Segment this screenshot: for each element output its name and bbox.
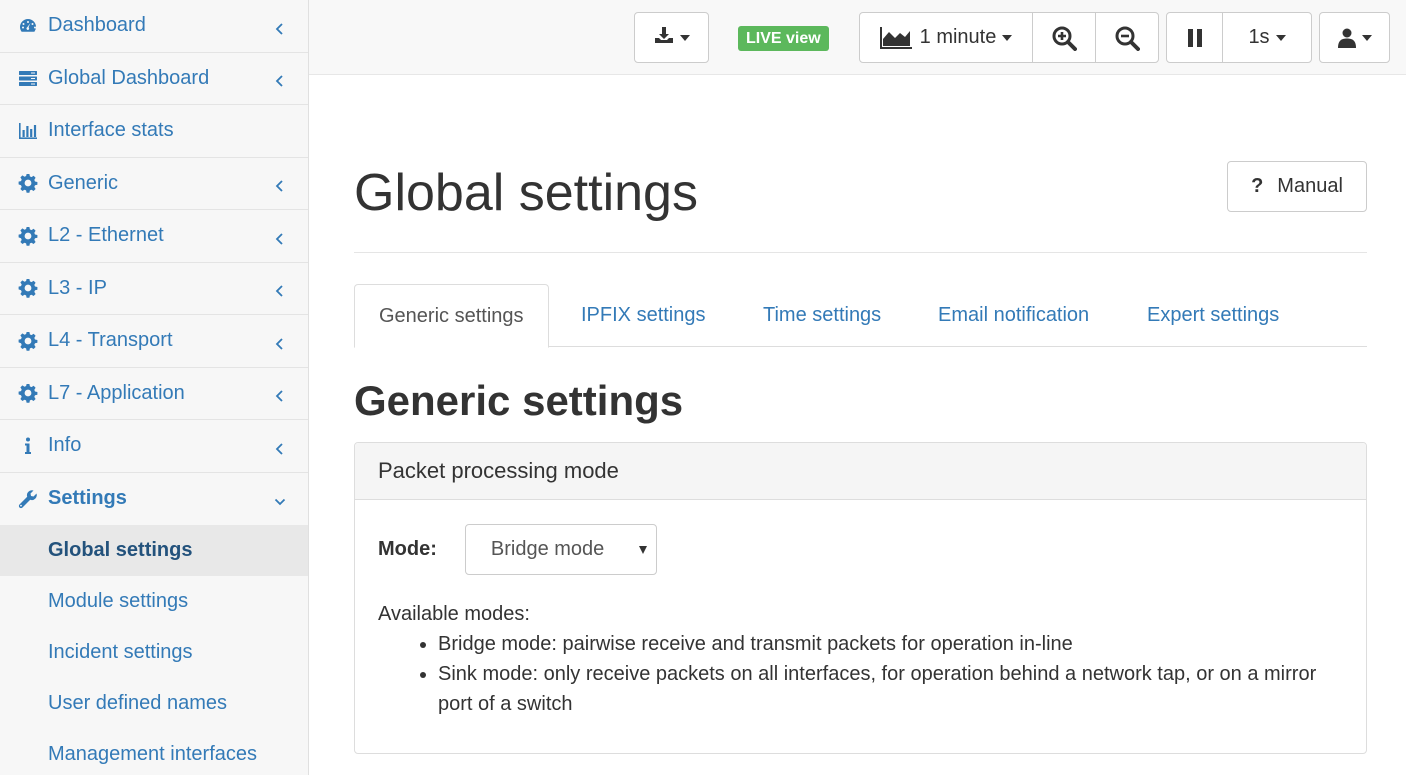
mode-label: Mode: [378, 538, 437, 560]
mode-select[interactable]: Bridge mode [464, 524, 657, 575]
chevron-down-icon [274, 492, 286, 506]
caret-down-icon [1361, 34, 1372, 41]
refresh-interval-dropdown[interactable]: 1s [1222, 12, 1312, 63]
select-arrow-icon [638, 545, 647, 554]
sidebar-item-label: Settings [48, 487, 127, 510]
zoom-out-icon [1114, 25, 1140, 51]
settings-tabs: Generic settings IPFIX settings Time set… [354, 284, 1367, 348]
page-title: Global settings [354, 164, 698, 222]
available-modes-label: Available modes: [378, 603, 530, 625]
sidebar-item-label: L2 - Ethernet [48, 224, 164, 247]
live-view-badge: LIVE view [738, 26, 829, 51]
pause-button[interactable] [1166, 12, 1223, 63]
download-button[interactable] [634, 12, 709, 63]
sidebar-subitem-management-interfaces[interactable]: Management interfaces [0, 729, 308, 775]
user-icon [1337, 28, 1356, 48]
bar-chart-icon [16, 120, 40, 142]
sidebar-item-dashboard[interactable]: Dashboard [0, 0, 308, 53]
sidebar-item-l7-application[interactable]: L7 - Application [0, 368, 308, 420]
gear-icon [16, 382, 40, 404]
sidebar-item-label: L4 - Transport [48, 329, 173, 352]
tab-expert-settings[interactable]: Expert settings [1123, 284, 1303, 347]
gear-icon [16, 172, 40, 194]
tab-generic-settings[interactable]: Generic settings [354, 284, 549, 348]
manual-label: Manual [1277, 175, 1343, 197]
chevron-left-icon [274, 334, 286, 350]
sidebar-item-label: L3 - IP [48, 276, 107, 299]
sidebar-subitem-incident-settings[interactable]: Incident settings [0, 627, 308, 678]
pause-icon [1187, 28, 1203, 47]
info-icon [16, 435, 40, 457]
mode-select-value: Bridge mode [490, 538, 605, 560]
dashboard-icon [16, 15, 40, 37]
caret-down-icon [1002, 34, 1013, 41]
question-icon: ? [1251, 175, 1264, 197]
available-modes: Available modes: Bridge mode: pairwise r… [378, 599, 1338, 719]
server-icon [16, 67, 40, 89]
gear-icon [16, 225, 40, 247]
sidebar-item-label: Generic [48, 171, 119, 194]
chevron-left-icon [274, 439, 286, 455]
sidebar-item-l3-ip[interactable]: L3 - IP [0, 263, 308, 315]
tab-ipfix-settings[interactable]: IPFIX settings [557, 284, 730, 347]
timespan-label: 1 minute [919, 26, 997, 48]
user-menu-button[interactable] [1319, 12, 1390, 63]
chevron-left-icon [274, 19, 286, 35]
packet-processing-panel: Packet processing mode Mode: Bridge mode… [354, 442, 1367, 754]
chevron-left-icon [274, 281, 286, 297]
gear-icon [16, 277, 40, 299]
area-chart-icon [879, 26, 912, 49]
sidebar-subitem-global-settings[interactable]: Global settings [0, 525, 308, 576]
chevron-left-icon [274, 229, 286, 245]
section-title: Generic settings [354, 377, 684, 424]
zoom-in-button[interactable] [1032, 12, 1096, 63]
sidebar-item-label: Dashboard [48, 14, 146, 37]
tab-email-notification[interactable]: Email notification [914, 284, 1113, 347]
sidebar-item-info[interactable]: Info [0, 420, 308, 473]
modes-list: Bridge mode: pairwise receive and transm… [415, 629, 1338, 719]
list-item: Sink mode: only receive packets on all i… [438, 659, 1338, 719]
gear-icon [16, 330, 40, 352]
sidebar: Dashboard Global Dashboard Interface sta… [0, 0, 309, 775]
list-item: Bridge mode: pairwise receive and transm… [438, 629, 1338, 659]
sidebar-item-l2-ethernet[interactable]: L2 - Ethernet [0, 210, 308, 263]
tab-time-settings[interactable]: Time settings [739, 284, 905, 347]
sidebar-item-generic[interactable]: Generic [0, 158, 308, 210]
sidebar-item-settings[interactable]: Settings [0, 473, 308, 526]
sidebar-item-interface-stats[interactable]: Interface stats [0, 105, 308, 158]
download-icon [654, 25, 674, 51]
sidebar-item-global-dashboard[interactable]: Global Dashboard [0, 53, 308, 105]
panel-heading: Packet processing mode [355, 443, 1366, 500]
title-divider [354, 252, 1367, 253]
caret-down-icon [1275, 34, 1286, 41]
sidebar-item-label: Global Dashboard [48, 66, 210, 89]
sidebar-item-l4-transport[interactable]: L4 - Transport [0, 315, 308, 368]
sidebar-subitem-user-defined-names[interactable]: User defined names [0, 678, 308, 729]
sidebar-item-label: Interface stats [48, 119, 174, 142]
chevron-left-icon [274, 176, 286, 192]
topbar: LIVE view 1 minute 1s [309, 0, 1406, 75]
chevron-left-icon [274, 71, 286, 87]
refresh-interval-label: 1s [1248, 26, 1270, 48]
sidebar-item-label: Info [48, 434, 82, 457]
zoom-out-button[interactable] [1095, 12, 1159, 63]
zoom-in-icon [1051, 25, 1077, 51]
sidebar-subitem-module-settings[interactable]: Module settings [0, 576, 308, 627]
sidebar-item-label: L7 - Application [48, 381, 185, 404]
chevron-left-icon [274, 386, 286, 402]
wrench-icon [16, 488, 40, 510]
mode-row: Mode: Bridge mode [378, 524, 657, 575]
caret-down-icon [679, 34, 690, 41]
manual-button[interactable]: ? Manual [1227, 161, 1367, 212]
timespan-dropdown[interactable]: 1 minute [859, 12, 1033, 63]
